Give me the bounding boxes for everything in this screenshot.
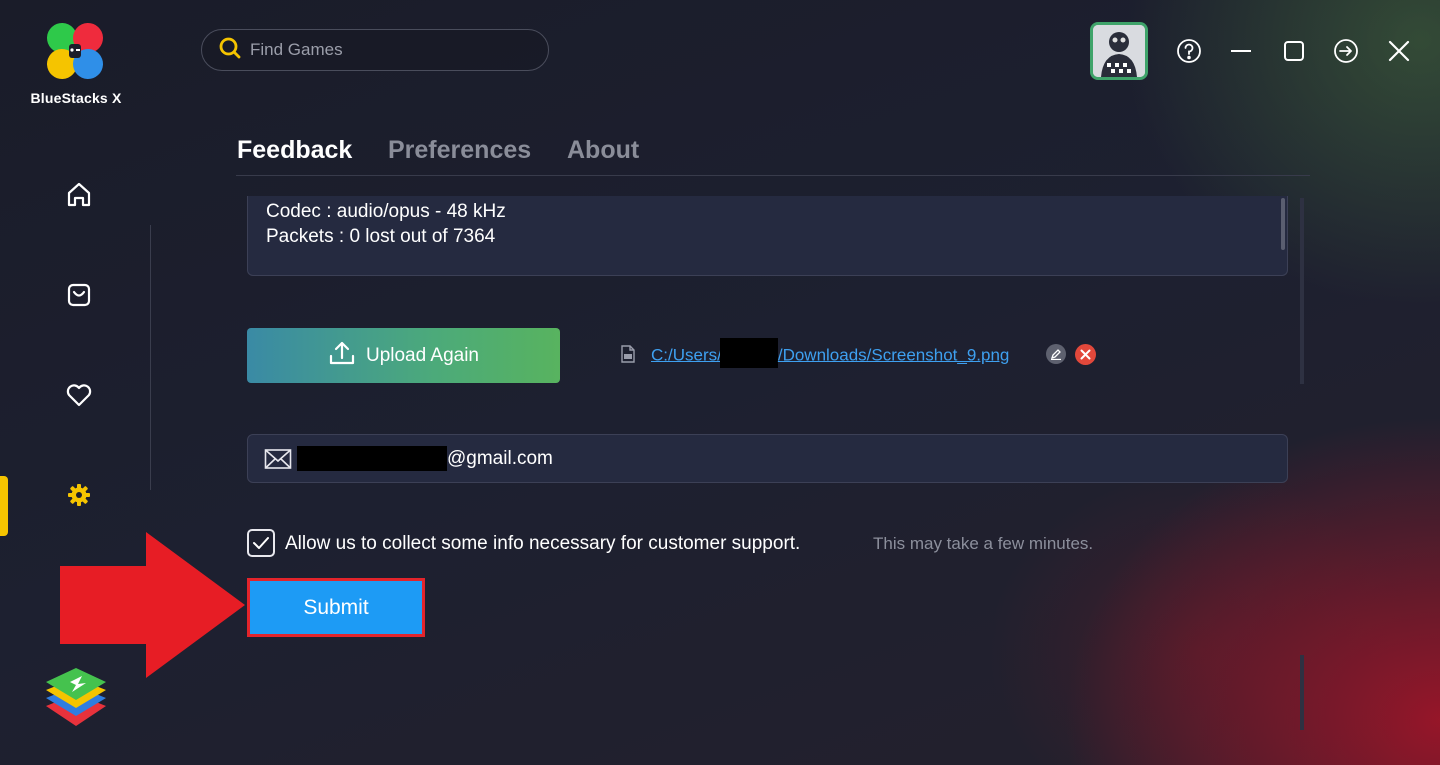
store-bag-icon[interactable]: [62, 278, 96, 312]
tab-preferences[interactable]: Preferences: [388, 136, 531, 165]
remove-attachment-icon[interactable]: [1075, 344, 1096, 365]
upload-again-label: Upload Again: [365, 344, 480, 366]
diagnostic-log[interactable]: Codec : audio/opus - 48 kHz Packets : 0 …: [247, 196, 1288, 276]
sidebar-divider: [150, 225, 151, 490]
image-file-icon: [619, 345, 637, 363]
search-icon: [218, 36, 242, 65]
redacted-email-user: [297, 446, 447, 471]
log-line: Packets : 0 lost out of 7364: [266, 226, 496, 247]
log-scrollbar[interactable]: [1281, 198, 1285, 250]
active-nav-indicator: [0, 476, 8, 536]
close-icon[interactable]: [1385, 37, 1413, 65]
edit-attachment-icon[interactable]: [1046, 344, 1066, 364]
attachment-file-link[interactable]: C:/Users//Downloads/Screenshot_9.png: [651, 338, 1009, 368]
app-brand-name: BlueStacks X: [30, 90, 122, 106]
tab-feedback[interactable]: Feedback: [237, 136, 352, 165]
red-pointer-arrow-icon: [60, 532, 245, 678]
tab-divider: [236, 175, 1310, 176]
minimize-icon[interactable]: [1227, 37, 1255, 65]
log-line: Codec : audio/opus - 48 kHz: [266, 201, 506, 222]
main-scrollbar-track[interactable]: [1300, 198, 1304, 384]
checkmark-icon: [253, 537, 269, 549]
home-icon[interactable]: [62, 178, 96, 212]
maximize-icon[interactable]: [1280, 37, 1308, 65]
tab-about[interactable]: About: [567, 136, 639, 165]
search-input[interactable]: [248, 39, 532, 61]
upload-icon: [328, 340, 356, 372]
exit-arrow-icon[interactable]: [1332, 37, 1360, 65]
consent-checkbox[interactable]: [247, 529, 275, 557]
search-bar[interactable]: [201, 29, 549, 71]
email-domain: @gmail.com: [447, 447, 553, 469]
consent-label[interactable]: Allow us to collect some info necessary …: [285, 533, 800, 555]
settings-gear-icon[interactable]: [62, 478, 96, 512]
help-icon[interactable]: [1175, 37, 1203, 65]
mail-icon: [264, 448, 292, 470]
duration-hint: This may take a few minutes.: [873, 534, 1094, 553]
email-field[interactable]: @gmail.com: [247, 434, 1288, 483]
submit-button[interactable]: Submit: [247, 578, 425, 637]
upload-again-button[interactable]: Upload Again: [247, 328, 560, 383]
redacted-username: [719, 338, 778, 368]
main-scrollbar-track-lower[interactable]: [1300, 655, 1304, 730]
user-avatar[interactable]: [1090, 22, 1148, 80]
bluestacks-x-logo[interactable]: [40, 22, 110, 82]
favorites-heart-icon[interactable]: [62, 378, 96, 412]
